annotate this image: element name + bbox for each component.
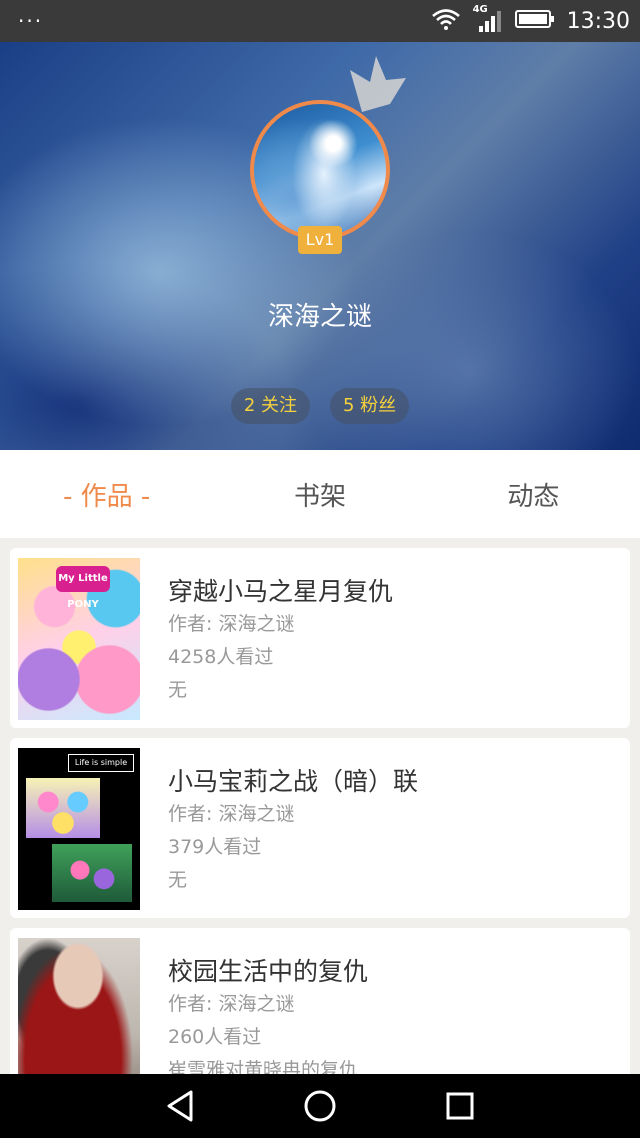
avatar-image [250, 100, 390, 240]
status-time: 13:30 [566, 8, 630, 34]
followers-button[interactable]: 5 粉丝 [330, 388, 410, 424]
back-button[interactable] [160, 1086, 200, 1126]
work-card[interactable]: 校园生活中的复仇 作者: 深海之谜 260人看过 崔雪雅对黄晓冉的复仇 [10, 928, 630, 1074]
work-description: 无 [168, 869, 188, 891]
profile-tabs: - 作品 - 书架 动态 [0, 450, 640, 538]
back-icon [167, 1090, 193, 1122]
tab-bookshelf[interactable]: 书架 [213, 450, 426, 538]
screen: ··· 4G 13:30 Lv1 深海之谜 2 关注 5 粉丝 - 作品 - 书… [0, 0, 640, 1138]
avatar[interactable] [250, 100, 390, 240]
cell-signal-icon: 4G [473, 4, 503, 34]
work-title: 小马宝莉之战（暗）联 [168, 767, 419, 796]
work-author: 作者: 深海之谜 [168, 613, 295, 635]
works-list: My Little PONY 穿越小马之星月复仇 作者: 深海之谜 4258人看… [0, 538, 640, 1074]
home-icon [304, 1090, 336, 1122]
recents-icon [446, 1092, 474, 1120]
work-description: 无 [168, 679, 188, 701]
tab-activity[interactable]: 动态 [427, 450, 640, 538]
profile-header: Lv1 深海之谜 2 关注 5 粉丝 [0, 42, 640, 450]
wifi-icon [431, 8, 461, 34]
work-author: 作者: 深海之谜 [168, 803, 295, 825]
home-button[interactable] [300, 1086, 340, 1126]
notification-dots: ··· [18, 9, 44, 33]
work-info: 小马宝莉之战（暗）联 作者: 深海之谜 379人看过 无 [140, 748, 630, 918]
work-cover-image: Life is simple [18, 748, 140, 910]
cover-picture-top [26, 778, 100, 838]
work-cover-image [18, 938, 140, 1074]
recents-button[interactable] [440, 1086, 480, 1126]
level-badge: Lv1 [298, 226, 342, 254]
status-bar: ··· 4G 13:30 [0, 0, 640, 42]
work-title: 穿越小马之星月复仇 [168, 577, 394, 606]
battery-icon [514, 9, 555, 33]
tab-works[interactable]: - 作品 - [0, 450, 213, 538]
work-card[interactable]: Life is simple 小马宝莉之战（暗）联 作者: 深海之谜 379人看… [10, 738, 630, 918]
username: 深海之谜 [267, 302, 372, 332]
follow-stats: 2 关注 5 粉丝 [0, 388, 640, 424]
system-nav-bar [0, 1074, 640, 1138]
cover-caption: Life is simple [68, 754, 134, 772]
work-title: 校园生活中的复仇 [168, 957, 369, 986]
work-card[interactable]: My Little PONY 穿越小马之星月复仇 作者: 深海之谜 4258人看… [10, 548, 630, 728]
work-cover-image: My Little PONY [18, 558, 140, 720]
work-info: 校园生活中的复仇 作者: 深海之谜 260人看过 崔雪雅对黄晓冉的复仇 [140, 938, 630, 1074]
work-views: 4258人看过 [168, 646, 274, 668]
following-button[interactable]: 2 关注 [230, 388, 310, 424]
cover-logo: My Little PONY [56, 566, 110, 610]
work-views: 379人看过 [168, 836, 262, 858]
work-views: 260人看过 [168, 1026, 262, 1048]
work-info: 穿越小马之星月复仇 作者: 深海之谜 4258人看过 无 [140, 558, 630, 728]
status-icons: 4G 13:30 [431, 4, 630, 34]
work-author: 作者: 深海之谜 [168, 993, 295, 1015]
work-description: 崔雪雅对黄晓冉的复仇 [168, 1059, 359, 1074]
cover-picture-bottom [52, 844, 132, 902]
